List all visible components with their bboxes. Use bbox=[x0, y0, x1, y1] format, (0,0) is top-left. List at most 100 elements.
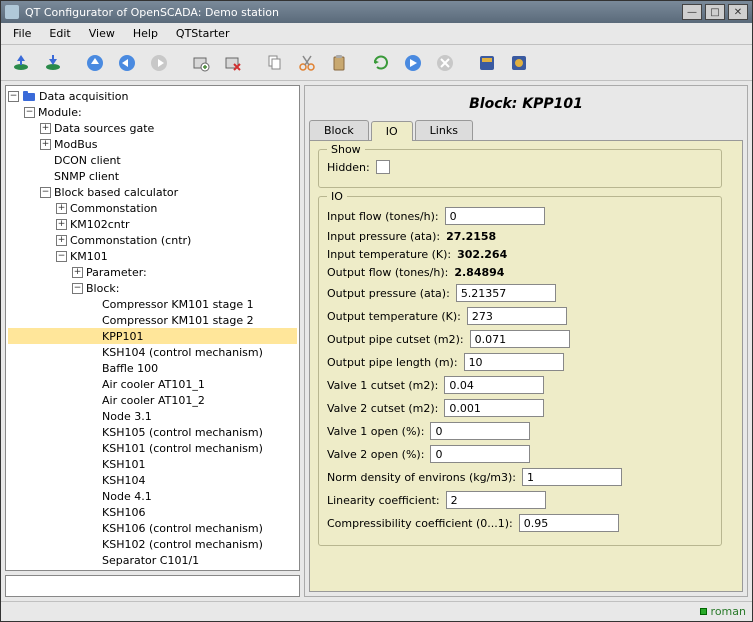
tree-node[interactable]: +Commonstation (cntr) bbox=[8, 232, 297, 248]
hidden-label: Hidden: bbox=[327, 161, 370, 174]
io-input[interactable] bbox=[467, 307, 567, 325]
tree-node[interactable]: DCON client bbox=[8, 152, 297, 168]
db-up-icon[interactable] bbox=[7, 49, 35, 77]
io-input[interactable] bbox=[456, 284, 556, 302]
tree-block-item[interactable]: Separator C101/2 bbox=[8, 568, 297, 571]
tree-block-item[interactable]: KSH106 (control mechanism) bbox=[8, 520, 297, 536]
tree-block-item[interactable]: KSH101 (control mechanism) bbox=[8, 440, 297, 456]
cut-icon[interactable] bbox=[293, 49, 321, 77]
tree-block-item[interactable]: Node 4.1 bbox=[8, 488, 297, 504]
io-label: Valve 2 cutset (m2): bbox=[327, 402, 438, 415]
left-pane: −Data acquisition−Module:+Data sources g… bbox=[5, 85, 300, 597]
block-title: Block: KPP101 bbox=[309, 90, 743, 118]
delete-item-icon[interactable] bbox=[219, 49, 247, 77]
menu-view[interactable]: View bbox=[81, 25, 123, 42]
menu-help[interactable]: Help bbox=[125, 25, 166, 42]
io-label: Input flow (tones/h): bbox=[327, 210, 439, 223]
io-value: 27.2158 bbox=[446, 230, 496, 243]
tree-block-item[interactable]: Air cooler AT101_1 bbox=[8, 376, 297, 392]
minimize-button[interactable]: — bbox=[682, 4, 702, 20]
tree-module[interactable]: −Module: bbox=[8, 104, 297, 120]
io-label: Valve 2 open (%): bbox=[327, 448, 424, 461]
path-input[interactable] bbox=[5, 575, 300, 597]
io-label: Output flow (tones/h): bbox=[327, 266, 448, 279]
tree-block-item[interactable]: Compressor KM101 stage 2 bbox=[8, 312, 297, 328]
io-input[interactable] bbox=[444, 399, 544, 417]
io-label: Compressibility coefficient (0...1): bbox=[327, 517, 513, 530]
nav-forward-icon[interactable] bbox=[145, 49, 173, 77]
tree-node[interactable]: SNMP client bbox=[8, 168, 297, 184]
tree-node[interactable]: +KM102cntr bbox=[8, 216, 297, 232]
io-label: Output pipe length (m): bbox=[327, 356, 458, 369]
tree-root[interactable]: −Data acquisition bbox=[8, 88, 297, 104]
tree-block-item[interactable]: KSH101 bbox=[8, 456, 297, 472]
io-label: Norm density of environs (kg/m3): bbox=[327, 471, 516, 484]
nav-back-icon[interactable] bbox=[113, 49, 141, 77]
tab-content[interactable]: Show Hidden: IO Input flow (tones/h):Inp… bbox=[309, 140, 743, 592]
copy-icon[interactable] bbox=[261, 49, 289, 77]
tree-block-item[interactable]: Compressor KM101 stage 1 bbox=[8, 296, 297, 312]
app1-icon[interactable] bbox=[473, 49, 501, 77]
io-label: Input temperature (K): bbox=[327, 248, 451, 261]
io-input[interactable] bbox=[522, 468, 622, 486]
io-input[interactable] bbox=[430, 445, 530, 463]
group-io: IO Input flow (tones/h):Input pressure (… bbox=[318, 196, 722, 546]
io-label: Valve 1 open (%): bbox=[327, 425, 424, 438]
tree-block-item[interactable]: KPP101 bbox=[8, 328, 297, 344]
app-icon bbox=[5, 5, 19, 19]
tree-node-km101[interactable]: −KM101 bbox=[8, 248, 297, 264]
refresh-icon[interactable] bbox=[367, 49, 395, 77]
window-title: QT Configurator of OpenSCADA: Demo stati… bbox=[25, 6, 279, 19]
tree-block-item[interactable]: KSH104 (control mechanism) bbox=[8, 344, 297, 360]
tree-block-item[interactable]: KSH105 (control mechanism) bbox=[8, 424, 297, 440]
status-led-icon bbox=[700, 608, 707, 615]
tree-block-item[interactable]: KSH104 bbox=[8, 472, 297, 488]
main-window: QT Configurator of OpenSCADA: Demo stati… bbox=[0, 0, 753, 622]
io-input[interactable] bbox=[430, 422, 530, 440]
tree-node[interactable]: +Data sources gate bbox=[8, 120, 297, 136]
io-input[interactable] bbox=[444, 376, 544, 394]
nav-up-icon[interactable] bbox=[81, 49, 109, 77]
io-label: Valve 1 cutset (m2): bbox=[327, 379, 438, 392]
io-label: Input pressure (ata): bbox=[327, 230, 440, 243]
db-down-icon[interactable] bbox=[39, 49, 67, 77]
tree-block-item[interactable]: KSH102 (control mechanism) bbox=[8, 536, 297, 552]
io-value: 302.264 bbox=[457, 248, 507, 261]
tree-parameter[interactable]: +Parameter: bbox=[8, 264, 297, 280]
tab-links[interactable]: Links bbox=[415, 120, 473, 140]
io-input[interactable] bbox=[519, 514, 619, 532]
io-input[interactable] bbox=[464, 353, 564, 371]
group-io-title: IO bbox=[327, 190, 347, 203]
tab-io[interactable]: IO bbox=[371, 121, 413, 141]
tree-block-item[interactable]: Air cooler AT101_2 bbox=[8, 392, 297, 408]
tree-node-bbc[interactable]: −Block based calculator bbox=[8, 184, 297, 200]
tab-block[interactable]: Block bbox=[309, 120, 369, 140]
tree-node[interactable]: +Commonstation bbox=[8, 200, 297, 216]
add-item-icon[interactable] bbox=[187, 49, 215, 77]
io-input[interactable] bbox=[445, 207, 545, 225]
tree-block-item[interactable]: Separator C101/1 bbox=[8, 552, 297, 568]
stop-icon[interactable] bbox=[431, 49, 459, 77]
toolbar bbox=[1, 45, 752, 81]
io-input[interactable] bbox=[446, 491, 546, 509]
close-button[interactable]: ✕ bbox=[728, 4, 748, 20]
tree-block-item[interactable]: Baffle 100 bbox=[8, 360, 297, 376]
tree-node[interactable]: +ModBus bbox=[8, 136, 297, 152]
app2-icon[interactable] bbox=[505, 49, 533, 77]
menu-edit[interactable]: Edit bbox=[41, 25, 78, 42]
io-input[interactable] bbox=[470, 330, 570, 348]
menu-qtstarter[interactable]: QTStarter bbox=[168, 25, 238, 42]
run-icon[interactable] bbox=[399, 49, 427, 77]
tree-block-item[interactable]: KSH106 bbox=[8, 504, 297, 520]
maximize-button[interactable]: □ bbox=[705, 4, 725, 20]
io-value: 2.84894 bbox=[454, 266, 504, 279]
tree-view[interactable]: −Data acquisition−Module:+Data sources g… bbox=[5, 85, 300, 571]
io-label: Output pressure (ata): bbox=[327, 287, 450, 300]
paste-icon[interactable] bbox=[325, 49, 353, 77]
titlebar[interactable]: QT Configurator of OpenSCADA: Demo stati… bbox=[1, 1, 752, 23]
hidden-checkbox[interactable] bbox=[376, 160, 390, 174]
group-show: Show Hidden: bbox=[318, 149, 722, 188]
menu-file[interactable]: File bbox=[5, 25, 39, 42]
tree-block[interactable]: −Block: bbox=[8, 280, 297, 296]
tree-block-item[interactable]: Node 3.1 bbox=[8, 408, 297, 424]
